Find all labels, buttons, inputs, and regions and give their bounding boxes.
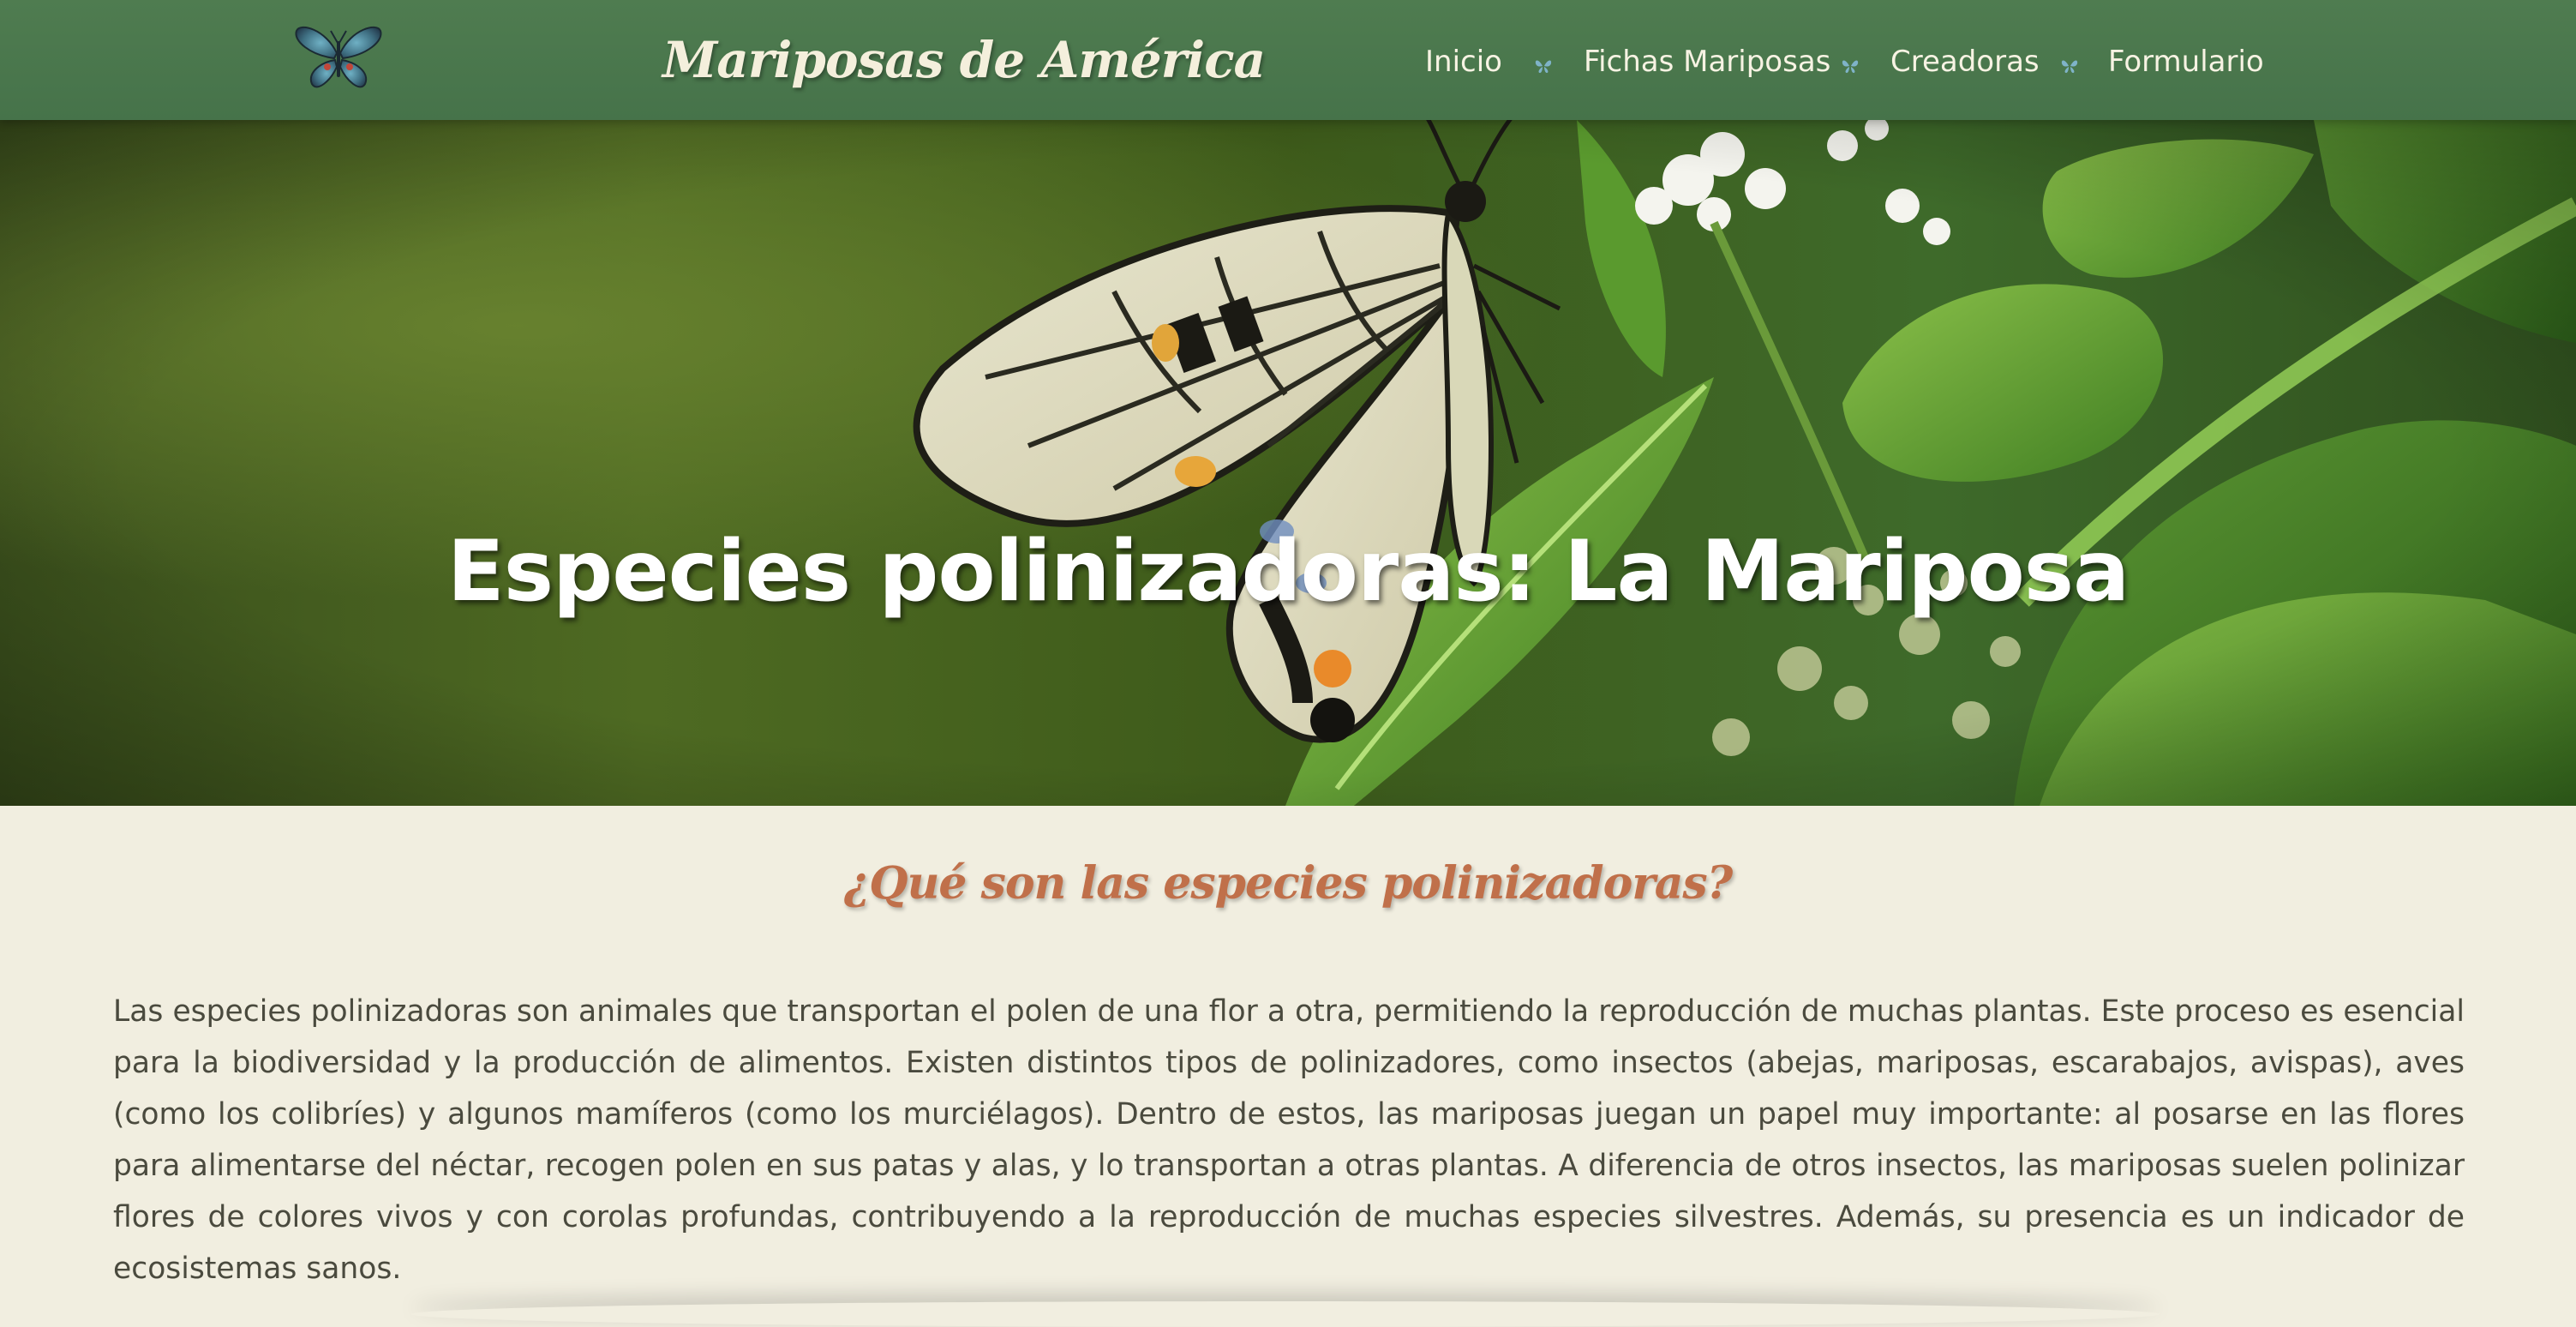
nav-link-fichas-mariposas[interactable]: Fichas Mariposas bbox=[1584, 38, 1830, 86]
small-butterfly-icon bbox=[1534, 58, 1553, 74]
hero-title: Especies polinizadoras: La Mariposa bbox=[446, 523, 2130, 621]
small-butterfly-icon bbox=[1841, 58, 1860, 74]
site-header: Mariposas de América Inicio Fichas Marip… bbox=[0, 0, 2576, 120]
small-butterfly-icon bbox=[2060, 58, 2079, 74]
nav-link-inicio[interactable]: Inicio bbox=[1425, 38, 1502, 86]
section-heading: ¿Qué son las especies polinizadoras? bbox=[843, 857, 1733, 910]
section-paragraph: Las especies polinizadoras son animales … bbox=[113, 994, 2465, 1286]
nav-link-creadoras[interactable]: Creadoras bbox=[1890, 38, 2040, 86]
hero-banner: Especies polinizadoras: La Mariposa bbox=[0, 120, 2576, 806]
next-section-card-edge bbox=[411, 1301, 2160, 1327]
butterfly-logo-icon[interactable] bbox=[291, 19, 386, 96]
site-title[interactable]: Mariposas de América bbox=[662, 19, 1266, 101]
nav-link-formulario[interactable]: Formulario bbox=[2108, 38, 2264, 86]
hero-butterfly-photo bbox=[0, 120, 2576, 806]
